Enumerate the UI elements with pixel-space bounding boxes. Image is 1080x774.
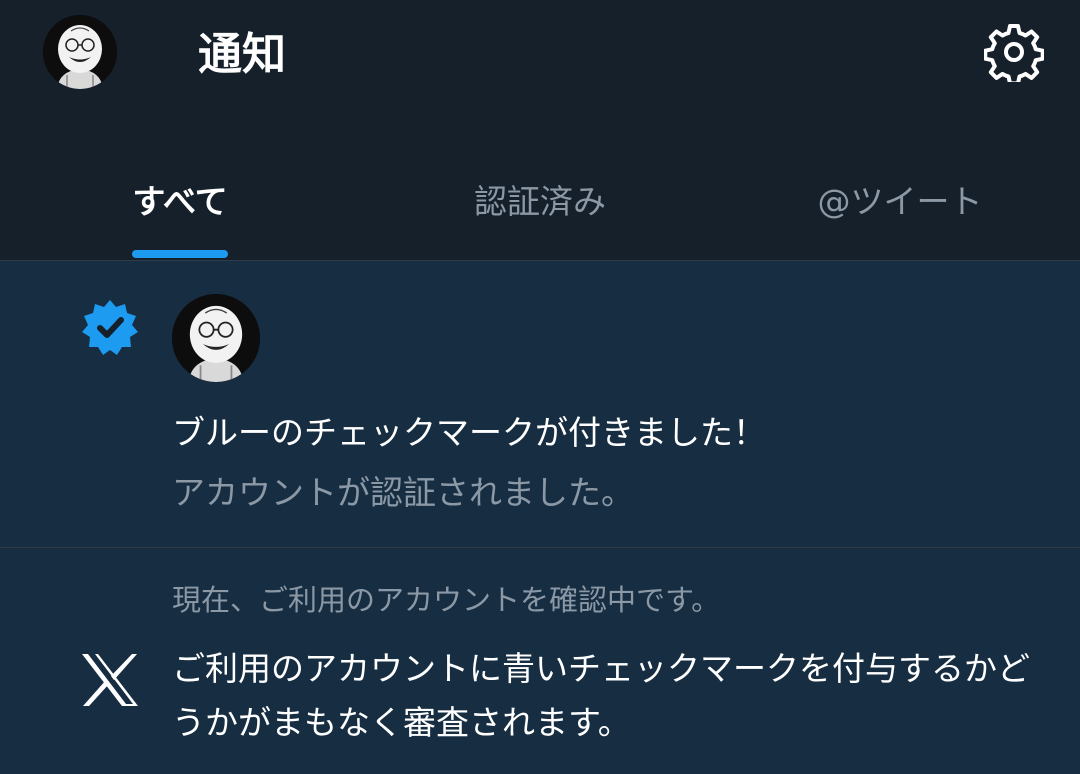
verified-badge-icon — [80, 298, 140, 358]
notification-avatar[interactable] — [172, 294, 260, 382]
app-header: 通知 すべて 認証済み @ツイート — [0, 0, 1080, 261]
settings-button[interactable] — [983, 22, 1045, 86]
tab-verified[interactable]: 認証済み — [440, 172, 640, 232]
gear-icon — [983, 24, 1045, 86]
avatar-caricature-icon — [43, 15, 117, 89]
x-logo-icon — [80, 652, 140, 708]
tab-mentions[interactable]: @ツイート — [790, 172, 1010, 232]
profile-avatar[interactable] — [43, 15, 117, 89]
avatar-caricature-icon — [172, 294, 260, 382]
notification-tabs: すべて 認証済み @ツイート — [0, 160, 1080, 260]
page-title: 通知 — [198, 29, 286, 80]
notification-subtitle: アカウントが認証されました。 — [172, 473, 634, 512]
tab-all[interactable]: すべて — [110, 172, 250, 232]
notification-header: 現在、ご利用のアカウントを確認中です。 — [172, 583, 721, 617]
notification-title: ブルーのチェックマークが付きました！ — [172, 413, 766, 452]
notification-body: ご利用のアカウントに青いチェックマークを付与するかどうかがまもなく審査されます。 — [172, 649, 1030, 742]
active-tab-indicator — [132, 250, 228, 258]
